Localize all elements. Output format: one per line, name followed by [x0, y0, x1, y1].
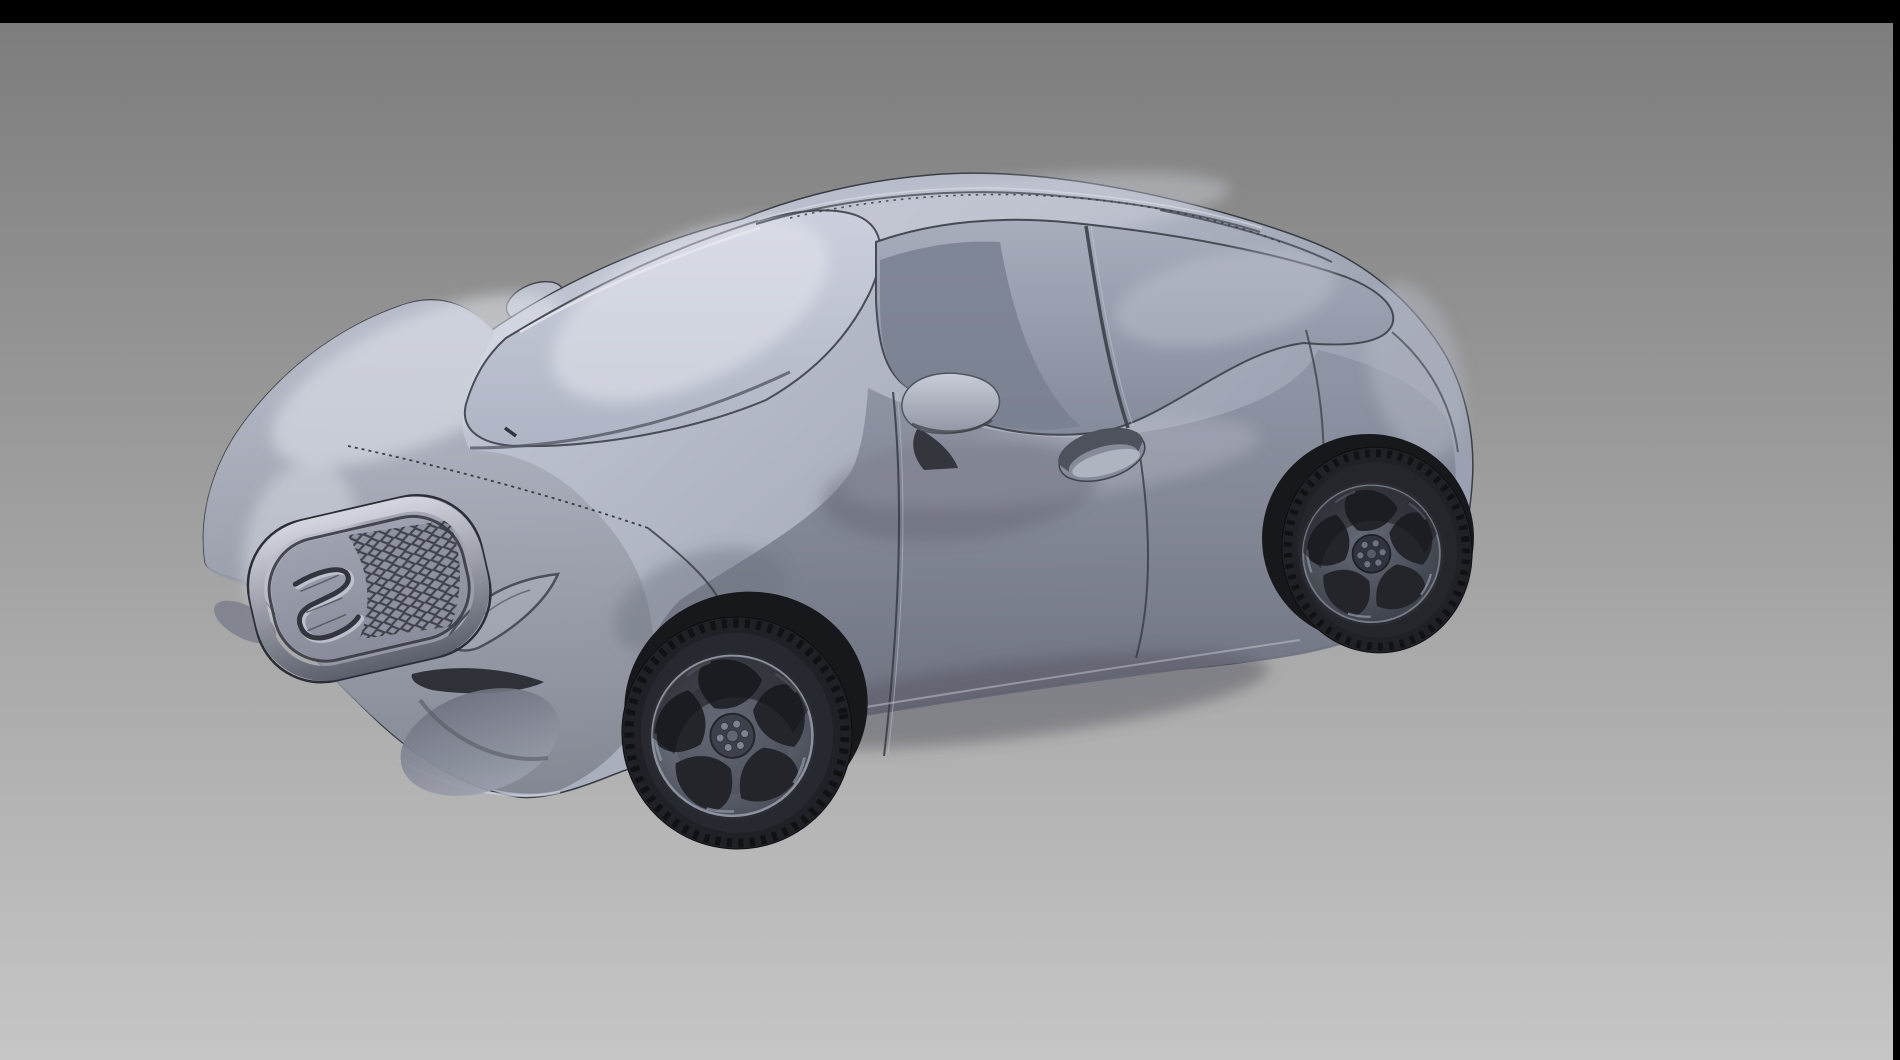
render-window	[0, 0, 1900, 1060]
viewport-3d-canvas[interactable]	[0, 0, 1900, 1060]
letterbox-top-bar	[0, 0, 1900, 23]
letterbox-right-bar	[1893, 0, 1900, 1060]
